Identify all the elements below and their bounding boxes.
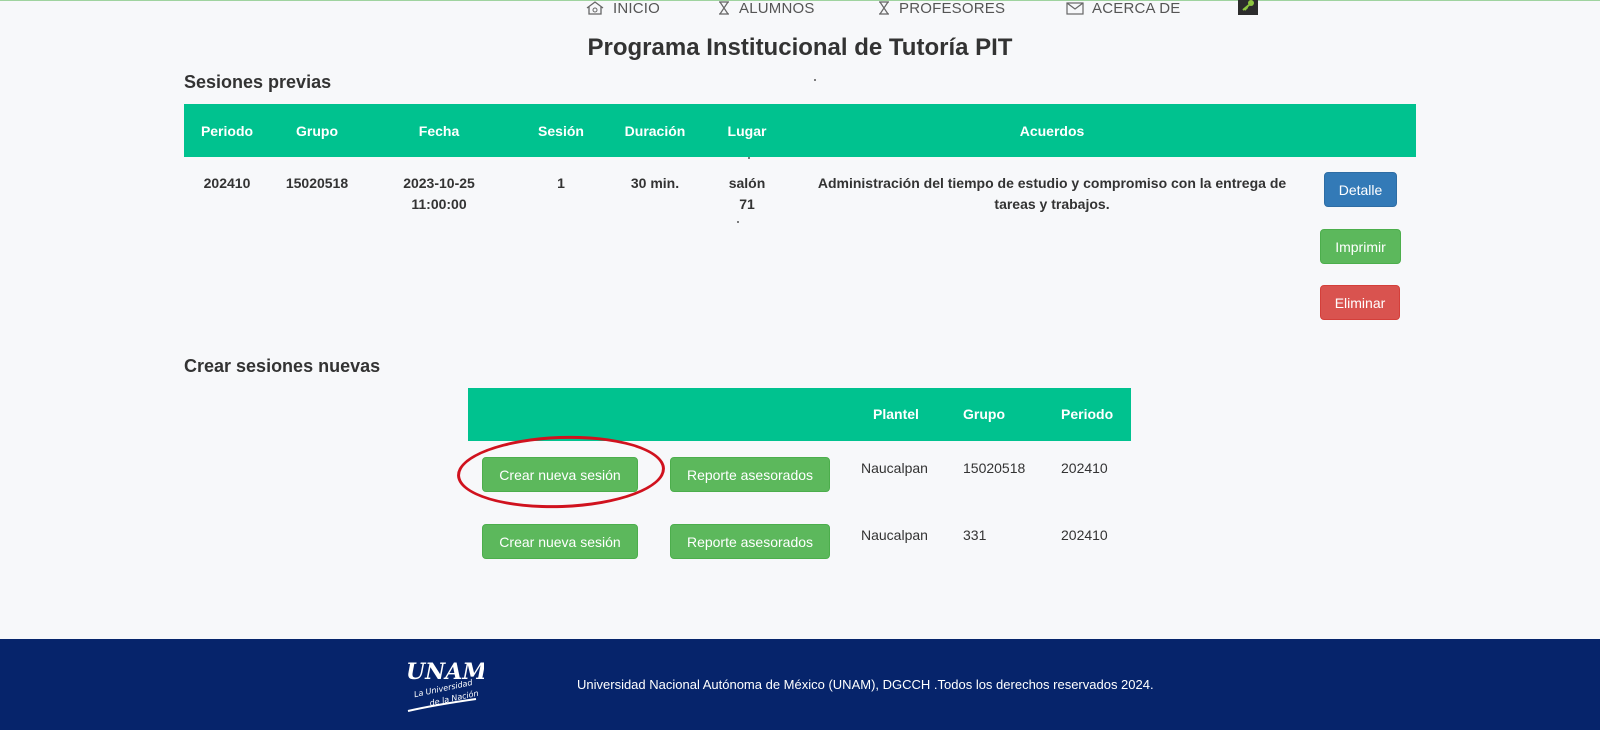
nav-profesores-label: PROFESORES (899, 0, 1006, 17)
col-header-actions (1312, 104, 1416, 157)
cell-grupo: 331 (963, 527, 987, 543)
cell-duracion: 30 min. (630, 175, 680, 191)
cell-lugar: salón 71 (702, 157, 792, 333)
page-title: Programa Institucional de Tutoría PIT (587, 34, 1013, 61)
svg-text:UNAM: UNAM (406, 659, 484, 685)
nav-acerca-label: ACERCA DE (1092, 0, 1181, 17)
new-sessions-title: Crear sesiones nuevas (184, 356, 381, 376)
col-header-fecha: Fecha (418, 122, 460, 139)
col-header-acuerdos: Acuerdos (1019, 122, 1085, 139)
col-header-grupo: Grupo (963, 406, 1005, 422)
unam-logo[interactable]: UNAM La Universidad de la Nación (404, 651, 487, 722)
cell-lugar-line1: salón (728, 175, 766, 191)
detalle-button[interactable]: Detalle (1324, 172, 1397, 207)
col-header-grupo: Grupo (296, 122, 338, 139)
nav-alumnos[interactable]: ALUMNOS (717, 0, 815, 17)
previous-sessions-table: Periodo Grupo Fecha Sesión Duración Luga… (184, 104, 1416, 333)
reporte-asesorados-button[interactable]: Reporte asesorados (670, 524, 830, 559)
nav-alumnos-label: ALUMNOS (739, 0, 815, 17)
col-header-periodo: Periodo (200, 122, 254, 139)
cell-acuerdos: Administración del tiempo de estudio y c… (817, 175, 1287, 212)
col-header-plantel: Plantel (873, 406, 919, 422)
col-header-duracion: Duración (624, 122, 686, 139)
col-header-sesion: Sesión (538, 122, 584, 139)
divider-dot (748, 157, 750, 159)
nav-inicio-label: INICIO (613, 0, 661, 17)
divider-dot (814, 79, 816, 81)
top-navigation: INICIO ALUMNOS PROFESORES ACERCA DE (0, 0, 1600, 19)
cell-lugar-line2: 71 (739, 196, 755, 212)
login-key-button[interactable] (1238, 0, 1258, 15)
cell-fecha-time: 11:00:00 (411, 196, 467, 212)
key-icon (1241, 0, 1255, 16)
col-header-lugar: Lugar (727, 122, 767, 139)
nav-inicio[interactable]: INICIO (585, 0, 660, 17)
nav-acerca-de[interactable]: ACERCA DE (1066, 0, 1181, 17)
reporte-asesorados-button[interactable]: Reporte asesorados (670, 457, 830, 492)
footer-copyright: Universidad Nacional Autónoma de México … (577, 677, 1154, 692)
red-circle-annotation (455, 432, 667, 512)
cell-fecha: 2023-10-25 11:00:00 (364, 157, 514, 333)
cell-periodo: 202410 (1061, 460, 1108, 476)
table-header-row: Periodo Grupo Fecha Sesión Duración Luga… (184, 104, 1416, 157)
envelope-icon (1066, 1, 1084, 15)
home-icon (585, 1, 605, 15)
imprimir-button[interactable]: Imprimir (1320, 229, 1401, 264)
cell-sesion: 1 (557, 175, 565, 191)
cell-periodo: 202410 (1061, 527, 1108, 543)
eliminar-button[interactable]: Eliminar (1320, 285, 1400, 320)
nav-profesores[interactable]: PROFESORES (877, 0, 1005, 17)
cell-plantel: Naucalpan (861, 527, 928, 543)
table-row: 202410 15020518 2023-10-25 11:00:00 1 30… (184, 157, 1416, 333)
hourglass-icon (877, 1, 891, 15)
cell-periodo: 202410 (203, 175, 251, 191)
cell-plantel: Naucalpan (861, 460, 928, 476)
cell-fecha-date: 2023-10-25 (403, 175, 475, 191)
new-sessions-table-header: Plantel Grupo Periodo (468, 388, 1131, 441)
cell-grupo: 15020518 (963, 460, 1026, 476)
divider-dot (737, 221, 739, 223)
col-header-periodo: Periodo (1061, 406, 1114, 422)
crear-nueva-sesion-button[interactable]: Crear nueva sesión (482, 524, 638, 559)
hourglass-icon (717, 1, 731, 15)
previous-sessions-title: Sesiones previas (184, 72, 332, 92)
cell-grupo: 15020518 (285, 175, 349, 191)
footer: UNAM La Universidad de la Nación Univers… (0, 639, 1600, 730)
